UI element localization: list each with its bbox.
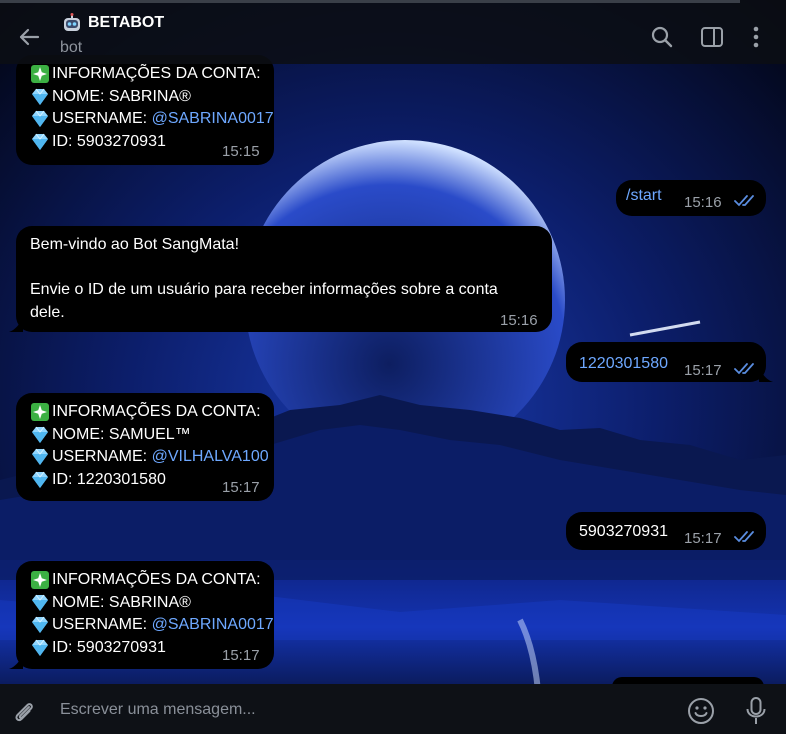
telegram-window: BETABOT bot INFORMAÇÕES DA CONTA: NOME: … — [0, 0, 786, 734]
username-link[interactable]: @SABRINA0017 — [152, 108, 274, 131]
chat-header: BETABOT bot — [0, 0, 786, 64]
message-line: INFORMAÇÕES DA CONTA: — [30, 63, 261, 86]
message-line: Envie o ID de um usuário para receber in… — [30, 279, 538, 302]
message-time: 15:15 — [222, 143, 260, 160]
chat-subtitle: bot — [60, 39, 83, 56]
message-time: 15:17 — [222, 479, 260, 496]
message-line: NOME: SABRINA® — [30, 86, 260, 109]
message-text: INFORMAÇÕES DA CONTA: — [52, 65, 261, 82]
message-bubble-outgoing[interactable]: 1220301580 15:17 — [566, 342, 773, 382]
message-line: Bem-vindo ao Bot SangMata! — [30, 234, 538, 257]
message-text: Bem-vindo ao Bot SangMata! — [30, 236, 240, 253]
bubble-tail — [759, 368, 773, 382]
sparkles-icon — [31, 403, 49, 422]
message-text: ID: 5903270931 — [52, 132, 166, 150]
message-text: USERNAME: — [52, 616, 148, 633]
message-text: USERNAME: — [52, 448, 148, 465]
message-time: 15:17 — [684, 530, 722, 547]
bubble-tail — [9, 318, 23, 332]
double-check-icon — [734, 195, 754, 207]
message-line: INFORMAÇÕES DA CONTA: — [30, 401, 261, 424]
smiley-icon[interactable] — [686, 696, 716, 726]
message-time: 15:16 — [500, 312, 538, 329]
robot-face-icon — [64, 13, 80, 31]
back-arrow-icon[interactable] — [14, 22, 44, 52]
gem-icon — [32, 616, 48, 634]
message-line: NOME: SABRINA® — [30, 592, 260, 615]
sidebar-toggle-icon[interactable] — [699, 24, 725, 50]
message-input[interactable] — [58, 695, 622, 725]
gem-icon — [32, 426, 48, 443]
message-bubble-outgoing[interactable]: 5903270931 15:17 — [566, 512, 766, 550]
message-text: 5903270931 — [579, 523, 668, 540]
message-line: NOME: SAMUEL™ — [30, 424, 260, 447]
message-time: 15:17 — [222, 647, 260, 664]
double-check-icon — [734, 363, 754, 375]
message-bubble-incoming[interactable]: INFORMAÇÕES DA CONTA: NOME: SAMUEL™ USER… — [16, 393, 274, 501]
gem-icon — [32, 639, 48, 656]
message-line: INFORMAÇÕES DA CONTA: — [30, 569, 261, 592]
paperclip-icon[interactable] — [10, 698, 38, 726]
message-text: NOME: SAMUEL™ — [52, 425, 191, 443]
gem-icon — [32, 471, 48, 488]
chat-title[interactable]: BETABOT — [88, 14, 164, 32]
message-text: ID: 5903270931 — [52, 638, 166, 656]
message-line: dele. — [30, 302, 538, 325]
message-bubble-incoming[interactable]: INFORMAÇÕES DA CONTA: NOME: SABRINA® USE… — [16, 55, 274, 165]
message-time: 15:16 — [684, 194, 722, 211]
message-bubble-incoming[interactable]: Bem-vindo ao Bot SangMata! Envie o ID de… — [9, 226, 552, 332]
bubble-tail — [9, 655, 23, 669]
message-line — [30, 257, 538, 280]
microphone-icon[interactable] — [742, 695, 770, 727]
window-top-border — [0, 0, 740, 3]
gem-icon — [32, 88, 48, 105]
double-check-icon — [734, 531, 754, 543]
more-vertical-icon[interactable] — [743, 24, 769, 50]
message-text: INFORMAÇÕES DA CONTA: — [52, 571, 261, 588]
message-text: NOME: SABRINA® — [52, 87, 191, 105]
message-bubble-outgoing[interactable]: /start 15:16 — [616, 180, 766, 216]
message-text: Envie o ID de um usuário para receber in… — [30, 281, 498, 298]
message-line: USERNAME: @SABRINA0017 — [30, 614, 274, 637]
message-text: ID: 1220301580 — [52, 470, 166, 488]
message-text: NOME: SABRINA® — [52, 593, 191, 611]
message-text: INFORMAÇÕES DA CONTA: — [52, 403, 261, 420]
sparkles-icon — [31, 65, 49, 84]
message-line: USERNAME: @SABRINA0017 — [30, 108, 274, 131]
gem-icon — [32, 448, 48, 466]
command-link[interactable]: /start — [626, 185, 662, 208]
gem-icon — [32, 110, 48, 128]
message-text[interactable]: 1220301580 — [579, 353, 668, 376]
message-time: 15:17 — [684, 362, 722, 379]
sparkles-icon — [31, 571, 49, 590]
message-line: USERNAME: @VILHALVA100 — [30, 446, 269, 469]
gem-icon — [32, 594, 48, 611]
message-text: dele. — [30, 303, 65, 321]
gem-icon — [32, 133, 48, 150]
message-text: USERNAME: — [52, 110, 148, 127]
message-bubble-incoming[interactable]: INFORMAÇÕES DA CONTA: NOME: SABRINA® USE… — [9, 561, 274, 669]
username-link[interactable]: @VILHALVA100 — [152, 446, 269, 469]
search-icon[interactable] — [649, 24, 675, 50]
username-link[interactable]: @SABRINA0017 — [152, 614, 274, 637]
message-composer — [0, 684, 786, 734]
